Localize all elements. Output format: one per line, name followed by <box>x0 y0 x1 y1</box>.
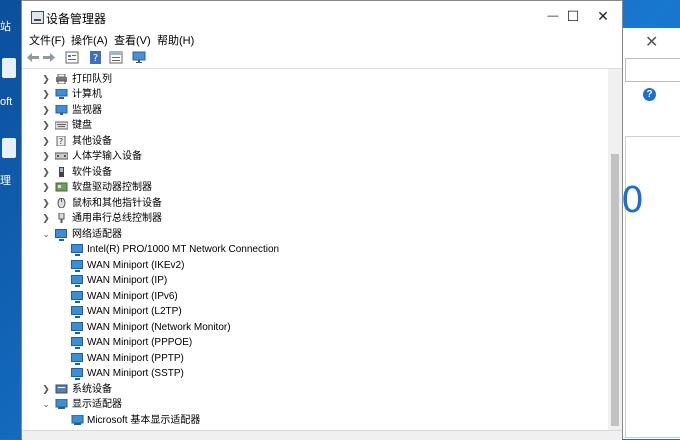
display-adapter-icon <box>55 399 68 409</box>
tree-item-label: WAN Miniport (IPv6) <box>87 291 178 302</box>
tree-item-label: 软件设备 <box>72 167 112 178</box>
mouse-icon <box>57 198 66 208</box>
title-bar[interactable]: 设备管理器 — ☐ ✕ <box>22 1 622 32</box>
background-big-text: 0 <box>621 180 644 221</box>
tree-item-label: WAN Miniport (IP) <box>87 275 168 286</box>
tree-item-label: Intel(R) PRO/1000 MT Network Connection <box>87 244 280 255</box>
tree-item-label: 网络适配器 <box>72 229 122 240</box>
window-title: 设备管理器 <box>46 12 107 26</box>
device-manager-icon <box>31 11 44 24</box>
tree-item-label: 显示适配器 <box>72 399 122 410</box>
scrollbar-thumb[interactable] <box>611 154 619 426</box>
help-icon[interactable]: ? <box>89 51 103 64</box>
chevron-right-icon[interactable]: ❯ <box>42 180 50 195</box>
menu-view[interactable]: 查看(V) <box>114 32 151 48</box>
device-manager-window: 设备管理器 — ☐ ✕ 文件(F) 操作(A) 查看(V) 帮助(H) ? ❯ … <box>21 0 623 440</box>
chevron-right-icon[interactable]: ❯ <box>42 72 50 87</box>
tree-item-label: WAN Miniport (IKEv2) <box>87 260 185 271</box>
chevron-right-icon[interactable]: ❯ <box>42 103 50 118</box>
view-icon[interactable] <box>109 51 123 64</box>
tree-item-label: WAN Miniport (L2TP) <box>87 306 182 317</box>
close-button[interactable]: ✕ <box>582 1 624 32</box>
menu-action[interactable]: 操作(A) <box>71 32 108 48</box>
tree-item-label: 键盘 <box>72 120 92 131</box>
chevron-down-icon[interactable]: ⌄ <box>42 227 50 242</box>
tree-item-label: 监视器 <box>72 105 102 116</box>
svg-text:?: ? <box>59 137 63 146</box>
tree-item-label: 计算机 <box>72 89 102 100</box>
chevron-right-icon[interactable]: ❯ <box>42 196 50 211</box>
tree-item-label: WAN Miniport (Network Monitor) <box>87 322 231 333</box>
network-adapter-icon <box>71 244 83 256</box>
unknown-device-icon: ? <box>56 136 66 146</box>
chevron-right-icon[interactable]: ❯ <box>42 118 50 133</box>
network-adapter-icon <box>71 337 83 349</box>
display-adapter-icon <box>71 415 84 425</box>
background-help-icon[interactable]: ? <box>643 88 656 101</box>
chevron-right-icon[interactable]: ❯ <box>42 382 50 397</box>
tree-item-label: 人体学输入设备 <box>72 151 142 162</box>
tree-item-label: WAN Miniport (SSTP) <box>87 368 184 379</box>
tree-item-label: 软盘驱动器控制器 <box>72 182 152 193</box>
keyboard-icon <box>55 121 68 130</box>
arrow-right-icon[interactable] <box>42 51 56 64</box>
device-tree: ❯ 打印队列 ❯ 计算机 ❯ 监视器 ❯ 键盘 ❯ ? 其他设备 ❯ 人体学输入… <box>22 69 608 430</box>
background-close-icon[interactable]: ✕ <box>645 32 658 52</box>
tree-item-label: Microsoft 基本显示适配器 <box>87 415 201 426</box>
printer-icon <box>56 74 67 84</box>
svg-text:?: ? <box>93 53 98 64</box>
chevron-right-icon[interactable]: ❯ <box>42 134 50 149</box>
vertical-scrollbar[interactable] <box>608 69 622 430</box>
computer-icon <box>55 89 68 99</box>
tree-item-label: 系统设备 <box>72 384 112 395</box>
tree-item-label: WAN Miniport (PPPOE) <box>87 337 193 348</box>
arrow-left-icon[interactable] <box>26 51 40 64</box>
tree-item-label: 打印队列 <box>72 74 112 85</box>
network-adapter-icon <box>55 229 67 241</box>
network-adapter-icon <box>71 353 83 365</box>
network-adapter-icon <box>71 306 83 318</box>
monitor-icon[interactable] <box>132 51 146 64</box>
chevron-right-icon[interactable]: ❯ <box>42 211 50 226</box>
properties-icon[interactable] <box>65 51 79 64</box>
menu-bar: 文件(F) 操作(A) 查看(V) 帮助(H) <box>22 32 622 48</box>
hid-icon <box>55 152 68 160</box>
desktop-label-mid: oft <box>0 96 13 108</box>
controller-icon <box>55 182 68 192</box>
system-device-icon <box>55 384 68 394</box>
chevron-right-icon[interactable]: ❯ <box>42 165 50 180</box>
network-adapter-icon <box>71 275 83 287</box>
menu-help[interactable]: 帮助(H) <box>157 32 194 48</box>
tree-item-label: 其他设备 <box>72 136 112 147</box>
monitor-icon <box>55 105 68 115</box>
menu-file[interactable]: 文件(F) <box>29 32 65 48</box>
tree-item-label: 通用串行总线控制器 <box>72 213 162 224</box>
usb-icon <box>58 213 65 223</box>
desktop-label-bottom: 理 <box>0 175 11 187</box>
desktop-tool-icon[interactable] <box>2 138 16 158</box>
toolbar: ? <box>22 47 622 69</box>
network-adapter-icon <box>71 291 83 303</box>
network-adapter-icon <box>71 322 83 334</box>
network-adapter-icon <box>71 368 83 380</box>
network-adapter-icon <box>71 260 83 272</box>
chevron-down-icon[interactable]: ⌄ <box>42 397 50 412</box>
software-device-icon <box>59 167 64 177</box>
chevron-right-icon[interactable]: ❯ <box>42 87 50 102</box>
desktop-label-top: 站 <box>0 21 11 33</box>
desktop-app-icon[interactable] <box>2 58 16 78</box>
tree-item-label: WAN Miniport (PPTP) <box>87 353 184 364</box>
background-input[interactable] <box>625 58 680 82</box>
chevron-right-icon[interactable]: ❯ <box>42 149 50 164</box>
tree-item-label: 鼠标和其他指针设备 <box>72 198 162 209</box>
